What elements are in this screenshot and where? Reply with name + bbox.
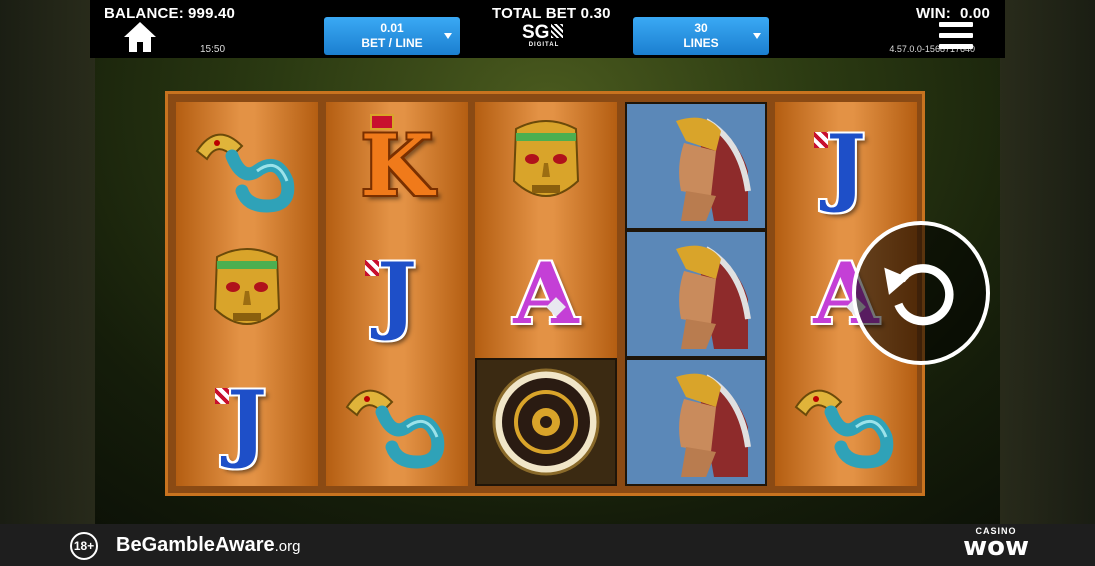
reels-area: JKJ A JA bbox=[165, 91, 925, 496]
age-badge-icon: 18+ bbox=[70, 532, 98, 560]
bet-per-line-label: BET / LINE bbox=[361, 36, 423, 50]
chevron-down-icon bbox=[444, 33, 452, 39]
symbol-a: A bbox=[513, 244, 579, 343]
balance-value: 999.40 bbox=[188, 5, 236, 22]
refresh-icon bbox=[884, 264, 954, 326]
reel-1: J bbox=[176, 102, 318, 486]
symbol-j: J bbox=[326, 230, 468, 358]
lines-value: 30 bbox=[694, 21, 708, 35]
symbol-calendar bbox=[475, 358, 617, 486]
symbol-warrior bbox=[625, 230, 767, 358]
top-bar: BALANCE: 999.40 15:50 0.01 BET / LINE TO… bbox=[90, 0, 1005, 58]
bet-per-line-selector[interactable]: 0.01 BET / LINE bbox=[324, 17, 460, 55]
lines-label: LINES bbox=[683, 36, 719, 50]
chevron-down-icon bbox=[753, 33, 761, 39]
symbol-serpent bbox=[326, 358, 468, 486]
bet-per-line-value: 0.01 bbox=[380, 21, 404, 35]
symbol-warrior bbox=[625, 102, 767, 230]
provider-logo-text: SG bbox=[522, 22, 550, 43]
symbol-j: J bbox=[176, 358, 318, 486]
symbol-j: J bbox=[775, 102, 917, 230]
symbol-serpent bbox=[775, 358, 917, 486]
total-bet: TOTAL BET 0.30 bbox=[492, 5, 611, 22]
spin-button[interactable] bbox=[852, 221, 990, 365]
reel-2: KJ bbox=[326, 102, 468, 486]
provider-logo-sub: DIGITAL bbox=[528, 42, 560, 48]
right-margin bbox=[1000, 0, 1095, 524]
symbol-warrior bbox=[625, 358, 767, 486]
aware-text: Aware bbox=[214, 534, 275, 556]
home-icon[interactable] bbox=[122, 20, 158, 54]
brand-main: wow bbox=[963, 532, 1029, 562]
symbol-k: K bbox=[360, 114, 434, 215]
clock: 15:50 bbox=[200, 44, 226, 55]
begamble-text: BeGamble bbox=[116, 534, 215, 556]
menu-icon[interactable] bbox=[939, 22, 973, 50]
casino-wow-logo: CASINO wow bbox=[963, 526, 1029, 562]
symbol-mask bbox=[176, 230, 318, 358]
symbol-mask bbox=[475, 102, 617, 230]
org-text: .org bbox=[274, 538, 301, 555]
win-label: WIN: bbox=[916, 5, 951, 22]
reel-4 bbox=[625, 102, 767, 486]
lines-selector[interactable]: 30 LINES bbox=[633, 17, 769, 55]
left-margin bbox=[0, 0, 95, 524]
reel-3: A bbox=[475, 102, 617, 486]
begambleaware-link[interactable]: BeGambleAware.org bbox=[116, 534, 300, 557]
symbol-serpent bbox=[176, 102, 318, 230]
win-value: 0.00 bbox=[960, 5, 990, 22]
provider-logo: SG DIGITAL bbox=[522, 22, 566, 50]
